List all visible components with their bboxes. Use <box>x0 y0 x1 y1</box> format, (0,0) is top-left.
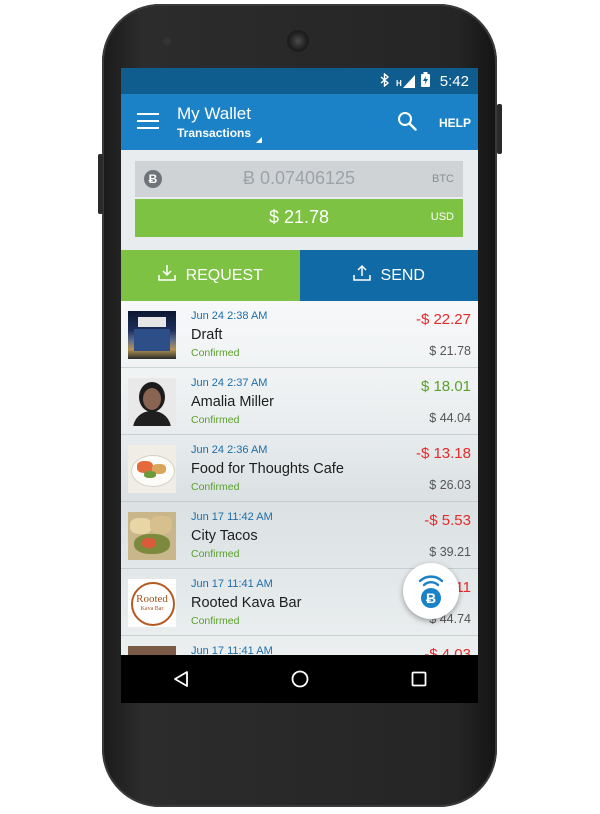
usd-currency-label: USD <box>430 211 454 223</box>
transaction-date: Jun 24 2:36 AM <box>191 444 268 456</box>
signal-h-icon: H <box>396 74 415 88</box>
transaction-name: Rooted Kava Bar <box>191 595 302 611</box>
transaction-amount: -$ 5.53 <box>424 512 471 529</box>
transaction-name: City Tacos <box>191 528 258 544</box>
btc-balance: Ƀ 0.07406125 <box>242 168 356 188</box>
request-label: REQUEST <box>185 266 263 284</box>
phone-screen: H 5:42 My Wallet Transactions HELP Ƀ Ƀ 0… <box>121 68 478 655</box>
bitcoin-wireless-icon: Ƀ <box>418 575 444 608</box>
balance-panel: Ƀ Ƀ 0.07406125 BTC $ 21.78 USD <box>121 150 478 250</box>
transaction-amount: -$ 13.18 <box>415 445 471 462</box>
phone-sensor <box>163 37 171 45</box>
bitcoin-tap-button[interactable]: Ƀ <box>403 563 459 619</box>
transaction-fiat-balance: $ 44.04 <box>429 411 471 425</box>
transaction-date: Jun 17 11:41 AM <box>191 578 273 590</box>
transaction-amount: $ 18.01 <box>420 378 471 395</box>
transaction-thumbnail <box>128 646 176 655</box>
transaction-row[interactable]: Jun 17 11:42 AM City Tacos Confirmed -$ … <box>121 502 478 569</box>
status-time: 5:42 <box>439 72 469 90</box>
transaction-fiat-balance: $ 26.03 <box>429 478 471 492</box>
transaction-name: Draft <box>191 327 223 343</box>
transaction-date: Jun 17 11:42 AM <box>191 511 273 523</box>
rooted-logo-text: Rooted <box>136 593 168 605</box>
transaction-amount: -$ 4.03 <box>424 646 471 655</box>
search-icon[interactable] <box>397 111 417 131</box>
transaction-status: Confirmed <box>191 548 240 560</box>
transaction-thumbnail <box>128 512 176 560</box>
transaction-amount: -$ 22.27 <box>415 311 471 328</box>
upload-icon <box>352 264 371 287</box>
transaction-row[interactable]: Jun 24 2:36 AM Food for Thoughts Cafe Co… <box>121 435 478 502</box>
transaction-row[interactable]: Jun 24 2:37 AM Amalia Miller Confirmed $… <box>121 368 478 435</box>
transaction-thumbnail: Rooted Kava Bar <box>128 579 176 627</box>
transaction-status: Confirmed <box>191 481 240 493</box>
transaction-status: Confirmed <box>191 347 240 359</box>
phone-power-button <box>497 104 502 154</box>
action-buttons: REQUEST SEND <box>121 250 478 301</box>
send-button[interactable]: SEND <box>299 250 478 301</box>
home-icon[interactable] <box>288 667 312 691</box>
android-nav-bar <box>121 655 478 703</box>
transaction-date: Jun 24 2:38 AM <box>191 310 268 322</box>
transaction-status: Confirmed <box>191 414 240 426</box>
transaction-status: Confirmed <box>191 615 240 627</box>
btc-currency-label: BTC <box>432 173 454 185</box>
send-label: SEND <box>380 266 425 284</box>
transaction-thumbnail <box>128 378 176 426</box>
transaction-date: Jun 17 11:41 AM <box>191 645 273 655</box>
svg-text:Ƀ: Ƀ <box>426 590 436 606</box>
recents-icon[interactable] <box>407 667 431 691</box>
transaction-thumbnail <box>128 311 176 359</box>
request-button[interactable]: REQUEST <box>121 250 300 301</box>
transaction-date: Jun 24 2:37 AM <box>191 377 268 389</box>
phone-speaker <box>287 30 309 52</box>
back-icon[interactable] <box>169 667 193 691</box>
app-bar: My Wallet Transactions HELP <box>121 94 478 150</box>
bluetooth-icon <box>380 71 390 90</box>
usd-balance: $ 21.78 <box>268 207 330 227</box>
status-bar: H 5:42 <box>121 68 478 94</box>
transaction-name: Amalia Miller <box>191 394 274 410</box>
transaction-row[interactable]: Jun 24 2:38 AM Draft Confirmed -$ 22.27 … <box>121 301 478 368</box>
transaction-name: Food for Thoughts Cafe <box>191 461 344 477</box>
transaction-fiat-balance: $ 39.21 <box>429 545 471 559</box>
transaction-row[interactable]: Jun 17 11:41 AM -$ 4.03 <box>121 636 478 655</box>
download-icon <box>157 264 176 287</box>
transaction-thumbnail <box>128 445 176 493</box>
view-selector[interactable]: Transactions <box>177 126 251 140</box>
transaction-fiat-balance: $ 21.78 <box>429 344 471 358</box>
phone-volume-button <box>98 154 103 214</box>
battery-charging-icon <box>420 72 430 90</box>
help-button[interactable]: HELP <box>439 116 471 130</box>
app-title: My Wallet <box>177 104 251 123</box>
menu-icon[interactable] <box>137 113 159 131</box>
rooted-logo-subtext: Kava Bar <box>140 606 164 612</box>
btc-balance-row[interactable]: Ƀ Ƀ 0.07406125 BTC <box>135 161 463 197</box>
dropdown-caret-icon[interactable] <box>256 137 262 143</box>
usd-balance-row[interactable]: $ 21.78 USD <box>135 199 463 237</box>
